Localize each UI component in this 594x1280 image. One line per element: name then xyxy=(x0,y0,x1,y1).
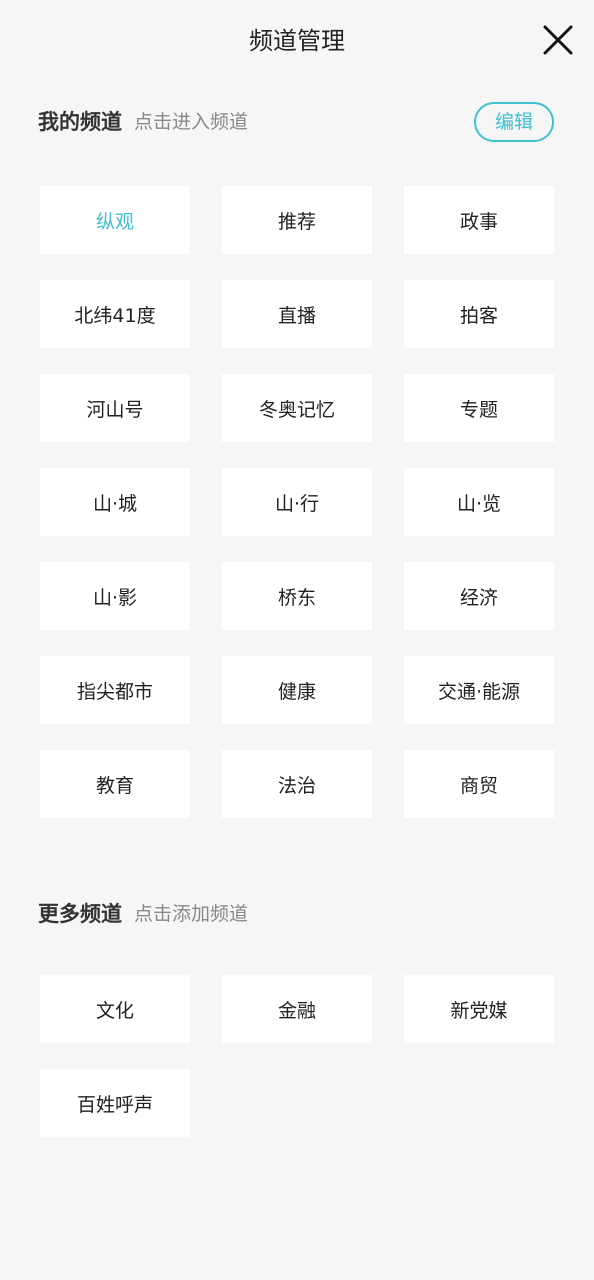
more-channels-grid: 文化 金融 新党媒百姓呼声 xyxy=(40,975,554,1137)
channel-tile[interactable]: 文化 xyxy=(40,975,190,1043)
channel-tile[interactable]: 直播 xyxy=(222,280,372,348)
channel-tile[interactable]: 指尖都市 xyxy=(40,656,190,724)
my-channels-hint: 点击进入频道 xyxy=(134,111,249,133)
channel-tile[interactable]: 拍客 xyxy=(404,280,554,348)
my-channels-title: 我的频道 xyxy=(38,110,122,134)
channel-tile[interactable]: 法治 xyxy=(222,750,372,818)
channel-tile[interactable]: 新党媒 xyxy=(404,975,554,1043)
close-button[interactable] xyxy=(540,22,576,58)
channel-tile[interactable]: 金融 xyxy=(222,975,372,1043)
channel-tile[interactable]: 百姓呼声 xyxy=(40,1069,190,1137)
channel-tile[interactable]: 桥东 xyxy=(222,562,372,630)
channel-tile[interactable]: 商贸 xyxy=(404,750,554,818)
more-channels-title: 更多频道 xyxy=(38,902,122,926)
channel-tile[interactable]: 纵观 xyxy=(40,186,190,254)
channel-tile[interactable]: 山·城 xyxy=(40,468,190,536)
my-channels-header: 我的频道 点击进入频道 xyxy=(38,102,248,142)
more-channels-header: 更多频道 点击添加频道 xyxy=(38,894,248,934)
channel-tile[interactable]: 推荐 xyxy=(222,186,372,254)
channel-tile[interactable]: 经济 xyxy=(404,562,554,630)
channel-tile[interactable]: 冬奥记忆 xyxy=(222,374,372,442)
page-title: 频道管理 xyxy=(249,27,345,55)
channel-tile[interactable]: 健康 xyxy=(222,656,372,724)
channel-tile[interactable]: 河山号 xyxy=(40,374,190,442)
channel-tile[interactable]: 山·影 xyxy=(40,562,190,630)
channel-tile[interactable]: 北纬41度 xyxy=(40,280,190,348)
channel-tile[interactable]: 交通·能源 xyxy=(404,656,554,724)
channel-tile[interactable]: 山·览 xyxy=(404,468,554,536)
channel-tile[interactable]: 专题 xyxy=(404,374,554,442)
header-bar: 频道管理 xyxy=(0,0,594,82)
channel-tile[interactable]: 政事 xyxy=(404,186,554,254)
channel-tile[interactable]: 教育 xyxy=(40,750,190,818)
edit-button[interactable]: 编辑 xyxy=(474,102,554,142)
more-channels-hint: 点击添加频道 xyxy=(134,903,249,925)
channel-tile[interactable]: 山·行 xyxy=(222,468,372,536)
my-channels-grid: 纵观 推荐 政事北纬41度 直播 拍客河山号 冬奥记忆 专题山·城 山·行 山·览山·影 桥东 经济… xyxy=(40,186,554,818)
close-icon xyxy=(543,25,573,55)
